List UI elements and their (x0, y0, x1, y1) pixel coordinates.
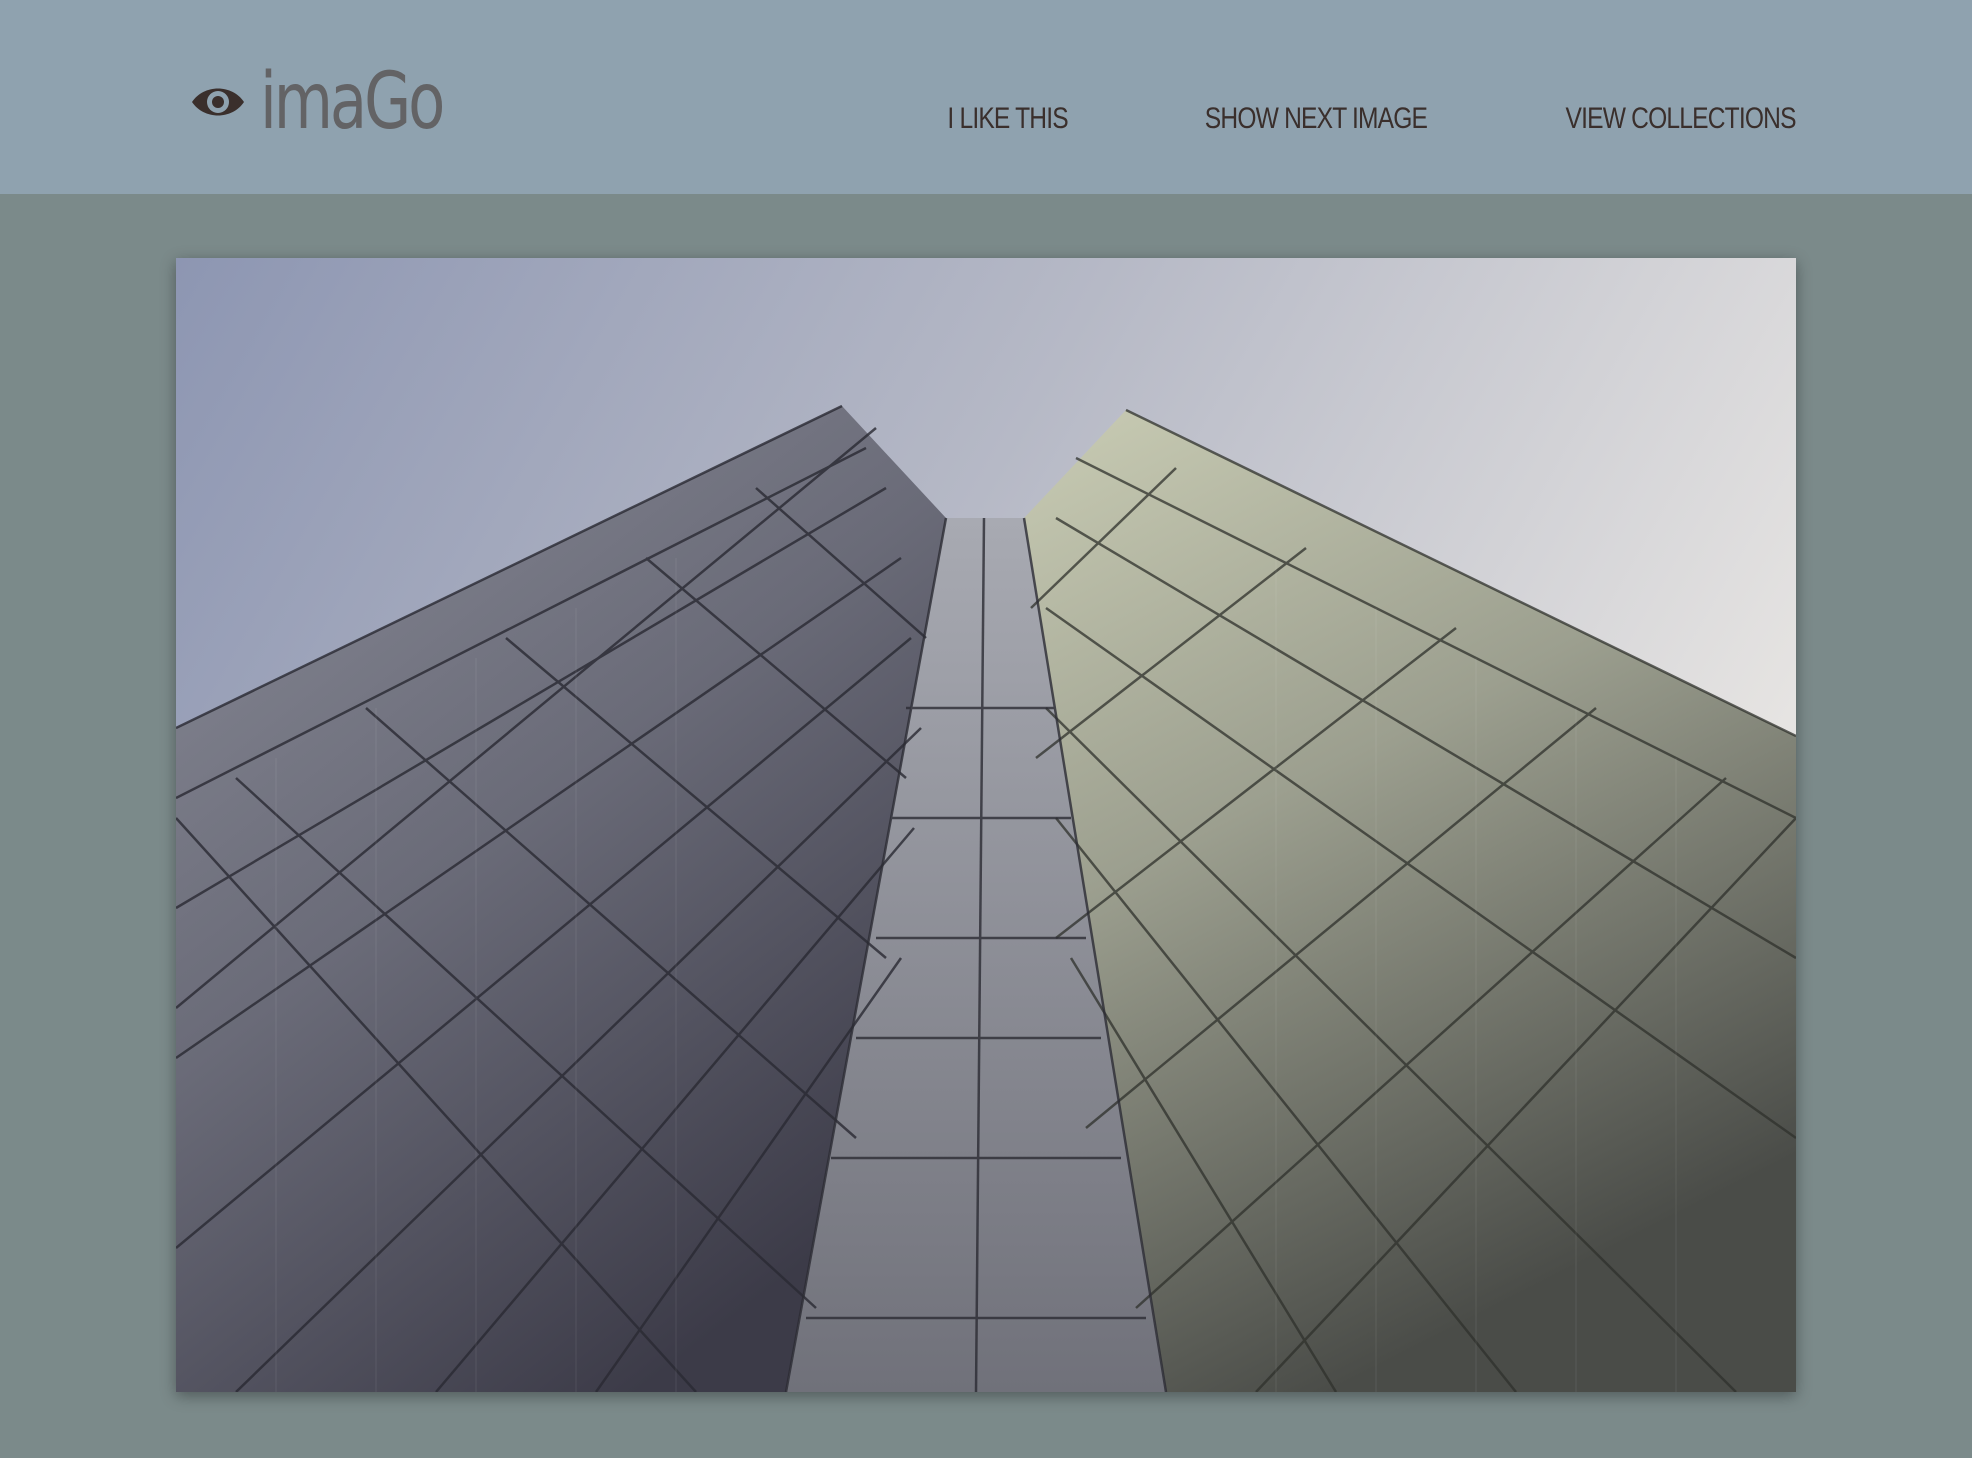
header-bar: imaGo I LIKE THIS SHOW NEXT IMAGE VIEW C… (0, 0, 1972, 194)
skyscraper-photo (176, 258, 1796, 1392)
brand-name: imaGo (260, 57, 445, 147)
view-collections-link[interactable]: VIEW COLLECTIONS (1566, 102, 1797, 136)
show-next-image-link[interactable]: SHOW NEXT IMAGE (1205, 102, 1428, 136)
eye-icon (190, 80, 246, 124)
like-this-link[interactable]: I LIKE THIS (948, 102, 1069, 136)
featured-photo[interactable] (176, 258, 1796, 1392)
main-nav: I LIKE THIS SHOW NEXT IMAGE VIEW COLLECT… (833, 102, 1797, 136)
brand-logo[interactable]: imaGo (190, 62, 494, 142)
